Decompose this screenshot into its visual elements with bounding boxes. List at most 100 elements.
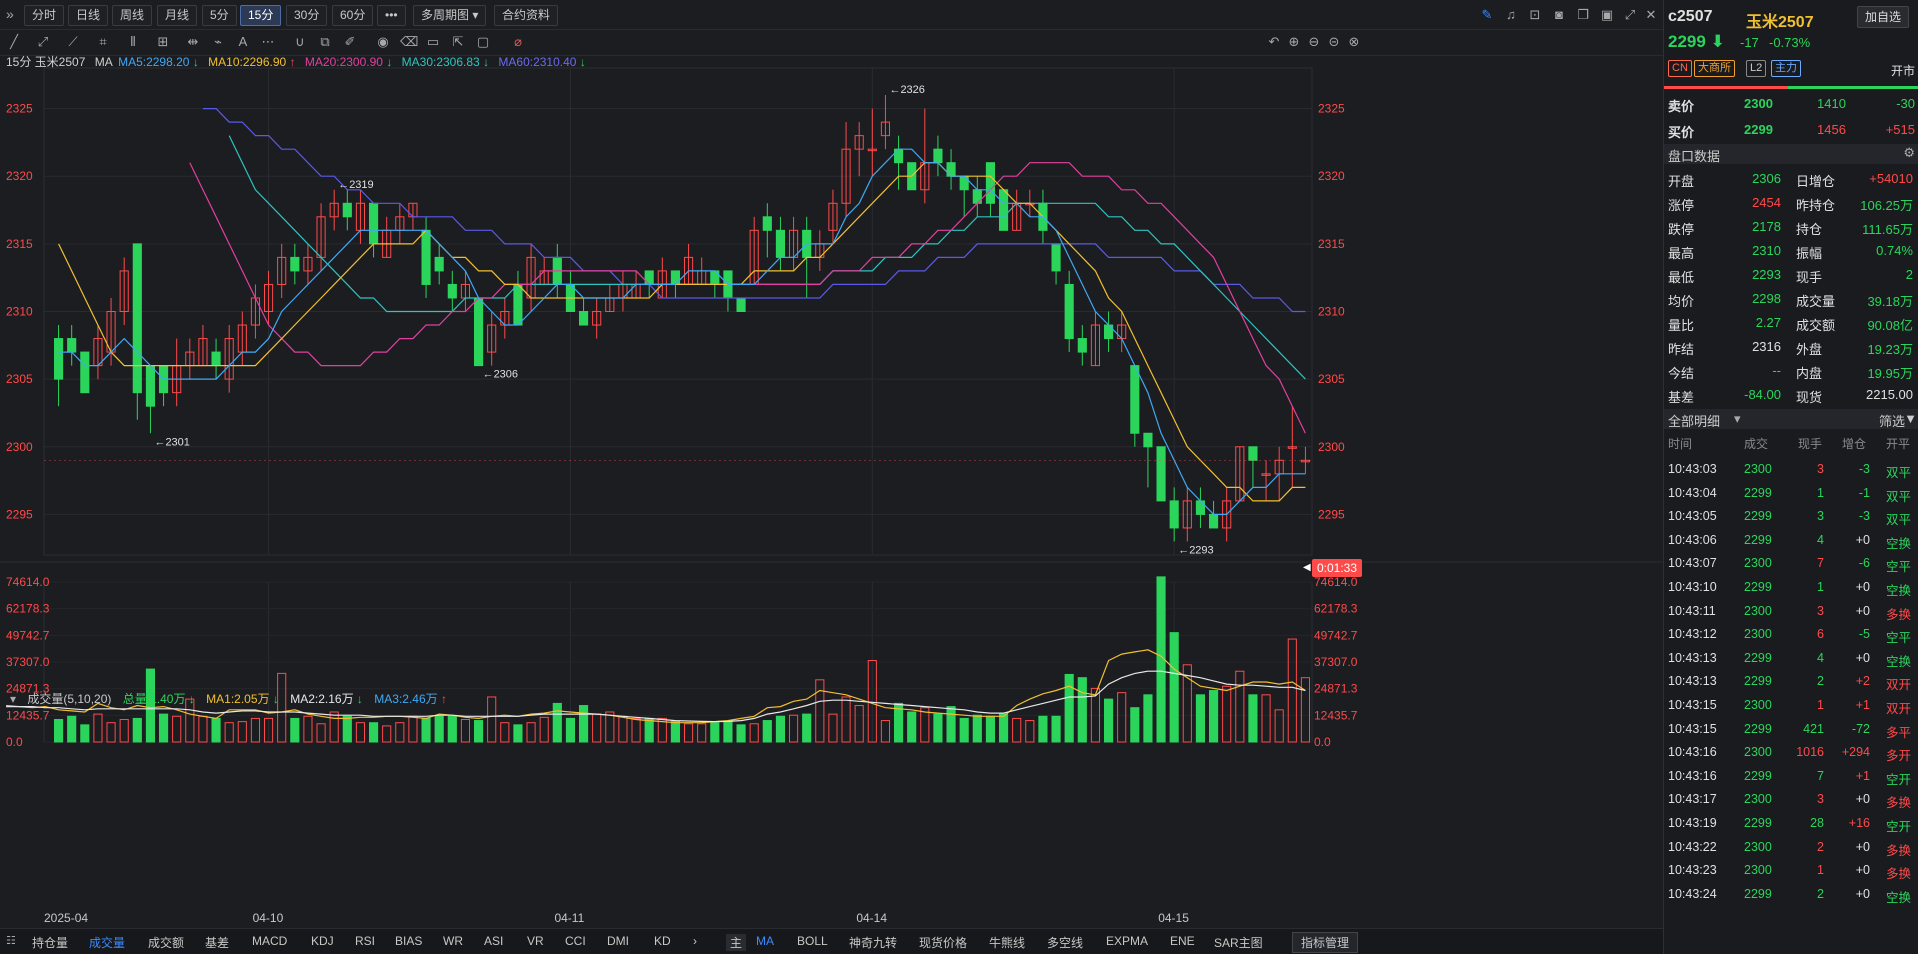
bid-volume: 1456 bbox=[1817, 122, 1846, 137]
volume-axis-label-right: 12435.7 bbox=[1314, 708, 1358, 722]
settings-icon[interactable]: ⚙ bbox=[1903, 145, 1915, 161]
candle-down bbox=[1169, 500, 1179, 529]
quote-label: 基差 bbox=[1668, 390, 1695, 405]
price-axis-label-right: 2325 bbox=[1318, 102, 1345, 116]
tick-type: 多平 bbox=[1886, 725, 1912, 740]
indicator-tab[interactable]: WR bbox=[443, 934, 463, 948]
volume-bar bbox=[907, 711, 917, 743]
tick-price: 2300 bbox=[1744, 792, 1772, 807]
volume-bar bbox=[880, 720, 891, 743]
chevron-right-icon[interactable]: › bbox=[693, 934, 697, 948]
volume-bar bbox=[723, 721, 733, 743]
volume-bar bbox=[670, 721, 681, 743]
tick-time: 10:43:04 bbox=[1668, 485, 1717, 500]
candle-down bbox=[53, 338, 64, 380]
indicator-tab[interactable]: DMI bbox=[607, 934, 629, 948]
volume-bar bbox=[447, 715, 457, 743]
volume-bar bbox=[277, 672, 287, 743]
tick-price: 2300 bbox=[1744, 698, 1772, 712]
price-axis-label-right: 2310 bbox=[1318, 305, 1345, 319]
indicator-tab[interactable]: MACD bbox=[252, 934, 287, 948]
tag-exchange: 大商所 bbox=[1694, 60, 1735, 77]
tick-price: 2300 bbox=[1744, 603, 1772, 618]
quote-label: 跌停 bbox=[1668, 222, 1695, 237]
main-chart-tab[interactable]: 主 bbox=[726, 934, 747, 951]
tick-type: 空开 bbox=[1886, 820, 1912, 834]
overlay-tab[interactable]: 多空线 bbox=[1047, 934, 1083, 951]
contract-code: c2507 bbox=[1668, 8, 1713, 25]
candle-down bbox=[447, 283, 457, 299]
detail-dropdown-icon[interactable]: ▾ bbox=[1734, 411, 1741, 427]
grid-icon[interactable]: ☷ bbox=[6, 934, 16, 947]
candle-down bbox=[434, 256, 444, 272]
tick-type: 空换 bbox=[1886, 654, 1912, 669]
indicator-tab[interactable]: BIAS bbox=[395, 934, 422, 948]
volume-bar bbox=[513, 724, 523, 743]
overlay-tab[interactable]: 现货价格 bbox=[919, 934, 967, 951]
countdown-tag: 0:01:33 bbox=[1312, 559, 1362, 577]
tick-price: 2299 bbox=[1744, 768, 1772, 783]
tick-volume: 2 bbox=[1817, 839, 1824, 854]
volume-bar bbox=[237, 721, 247, 743]
volume-bar bbox=[985, 715, 996, 743]
tick-row: 10:43:04 2299 1 -1 双平 bbox=[1664, 483, 1918, 505]
quote-label: 现手 bbox=[1796, 270, 1823, 285]
overlay-tab[interactable]: BOLL bbox=[797, 934, 828, 948]
price-axis-label: 2310 bbox=[6, 305, 33, 319]
volume-bar bbox=[1025, 720, 1035, 743]
tick-oi-change: -3 bbox=[1858, 509, 1870, 524]
candle-down bbox=[1143, 432, 1153, 448]
price-axis-label: 2295 bbox=[6, 507, 33, 521]
quote-value: 90.08亿 bbox=[1867, 318, 1913, 333]
tick-price: 2300 bbox=[1744, 863, 1772, 878]
kline-chart[interactable]: 2295 2295 2300 2300 2305 2305 2310 2310 2315 2315… bbox=[0, 0, 1663, 928]
overlay-tab[interactable]: EXPMA bbox=[1106, 934, 1148, 948]
indicator-tab[interactable]: VR bbox=[527, 934, 544, 948]
volume-bar bbox=[762, 720, 772, 743]
collapse-icon[interactable]: ▾ bbox=[10, 692, 16, 706]
indicator-tab[interactable]: 成交额 bbox=[148, 934, 184, 951]
quote-value: +54010 bbox=[1869, 171, 1913, 186]
filter-icon[interactable]: ▼ bbox=[1904, 411, 1917, 426]
volume-axis-label-right: 37307.0 bbox=[1314, 655, 1358, 669]
tick-price: 2299 bbox=[1744, 886, 1772, 901]
candle-down bbox=[368, 202, 379, 245]
volume-bar bbox=[697, 723, 707, 743]
indicator-tab[interactable]: RSI bbox=[355, 934, 375, 948]
indicator-tab[interactable]: CCI bbox=[565, 934, 586, 948]
indicator-tab[interactable]: KDJ bbox=[311, 934, 334, 948]
candle-down bbox=[145, 365, 156, 407]
overlay-tab[interactable]: 牛熊线 bbox=[989, 934, 1025, 951]
tick-volume: 6 bbox=[1817, 627, 1824, 642]
quote-label: 内盘 bbox=[1796, 366, 1823, 381]
indicator-tab[interactable]: 基差 bbox=[205, 934, 229, 951]
overlay-tab[interactable]: 神奇九转 bbox=[849, 934, 897, 951]
tick-time: 10:43:17 bbox=[1668, 792, 1717, 807]
add-watchlist-button[interactable]: 加自选 bbox=[1857, 6, 1910, 28]
overlay-tab[interactable]: SAR主图 bbox=[1214, 934, 1263, 951]
tick-oi-change: -3 bbox=[1858, 462, 1870, 476]
indicator-tab[interactable]: KD bbox=[654, 934, 671, 948]
candle-down bbox=[513, 283, 523, 326]
overlay-tab[interactable]: ENE bbox=[1170, 934, 1195, 948]
volume-bar bbox=[93, 713, 103, 743]
date-axis-label: 04-14 bbox=[856, 911, 887, 925]
last-price-value: 2299 bbox=[1668, 32, 1706, 51]
volume-bar bbox=[998, 713, 1009, 743]
filter-button[interactable]: 筛选 bbox=[1879, 411, 1905, 430]
indicator-tab[interactable]: 持仓量 bbox=[32, 934, 68, 951]
indicator-tab[interactable]: ASI bbox=[484, 934, 503, 948]
overlay-tab-active[interactable]: MA bbox=[756, 934, 774, 948]
indicator-manage-button[interactable]: 指标管理 bbox=[1292, 932, 1359, 953]
extreme-price-annotation: ←2301 bbox=[154, 436, 189, 448]
column-header: 现手 bbox=[1798, 437, 1823, 451]
volume-bar bbox=[788, 714, 799, 743]
volume-bar bbox=[1143, 694, 1153, 743]
tick-price: 2300 bbox=[1744, 462, 1772, 476]
volume-bar bbox=[408, 715, 418, 743]
tick-type: 多换 bbox=[1886, 843, 1912, 858]
indicator-tab-active[interactable]: 成交量 bbox=[89, 934, 125, 951]
quote-label: 今结 bbox=[1668, 366, 1695, 381]
detail-section-header: 全部明细 ▾ 筛选 ▼ bbox=[1664, 409, 1918, 429]
tick-price: 2299 bbox=[1744, 721, 1772, 736]
